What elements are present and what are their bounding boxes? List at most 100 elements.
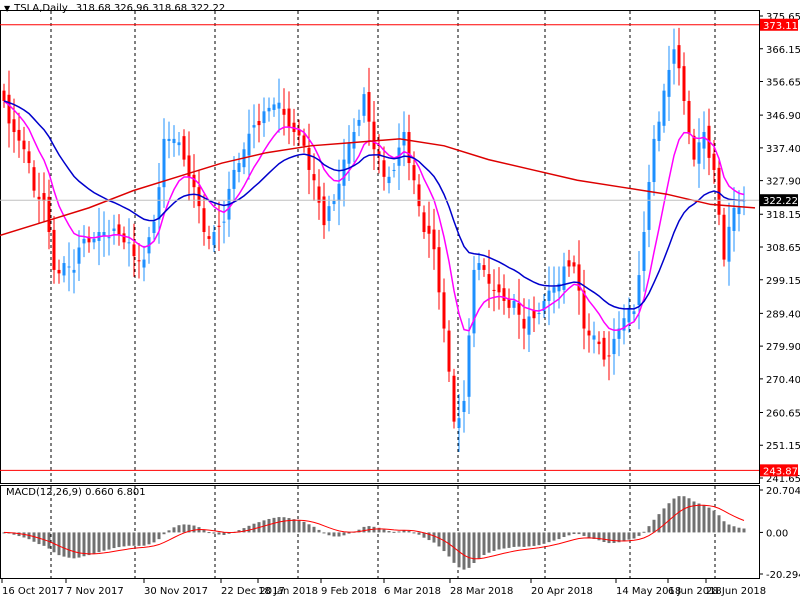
bear-candle [422,212,426,233]
macd-histogram-bar [697,503,701,533]
macd-histogram-bar [512,532,516,547]
macd-tick-label: 0.00 [766,528,788,539]
bear-candle [12,119,16,133]
macd-histogram-bar [687,498,691,533]
macd-histogram-bar [547,532,551,543]
macd-histogram-bar [637,532,641,536]
macd-histogram-bar [272,517,276,533]
price-chart[interactable]: 375.65366.15356.65346.90337.40327.90318.… [0,0,800,600]
bull-candle [327,206,331,221]
bear-candle [582,290,586,329]
bull-candle [552,287,556,293]
macd-histogram-bar [297,520,301,533]
bear-candle [372,121,376,150]
bull-candle [332,200,336,205]
bull-candle [362,94,366,116]
bull-candle [267,107,271,112]
macd-histogram-bar [477,532,481,559]
bear-candle [532,310,536,319]
bear-candle [437,247,441,293]
macd-histogram-bar [152,532,156,543]
bull-candle [727,226,731,262]
bear-candle [677,45,681,69]
macd-histogram-bar [707,507,711,533]
chart-header: ▼ TSLA,Daily 318.68 326.96 318.68 322.22 [4,3,225,14]
macd-histogram-bar [147,532,151,545]
macd-histogram-bar [727,524,731,533]
macd-histogram-bar [52,532,56,553]
macd-histogram-bar [527,532,531,547]
x-tick-label: 7 Nov 2017 [66,586,124,597]
bear-candle [117,224,121,236]
bull-candle [457,418,461,428]
bear-candle [717,167,721,215]
macd-histogram-bar [172,527,176,533]
bear-candle [302,135,306,146]
macd-histogram-bar [162,532,166,535]
bull-candle [92,238,96,243]
bear-candle [197,187,201,207]
macd-histogram-bar [312,526,316,533]
macd-histogram-bar [247,525,251,533]
macd-histogram-bar [282,517,286,533]
y-tick-label: 327.90 [766,177,800,188]
bull-candle [347,142,351,164]
bull-candle [357,119,361,126]
bull-candle [527,316,531,335]
bear-candle [432,229,436,250]
bear-candle [307,147,311,170]
bear-candle [567,260,571,267]
macd-histogram-bar [362,526,366,533]
bull-candle [262,111,266,124]
bear-candle [607,355,611,357]
macd-histogram-bar [557,532,561,540]
bull-candle [612,338,616,355]
macd-tick-label: -20.294 [766,570,800,581]
y-tick-label: 270.40 [766,375,800,386]
bull-candle [152,221,156,234]
bear-candle [712,153,716,170]
macd-tick-label: 20.704 [766,486,800,497]
bear-candle [572,262,576,267]
macd-histogram-bar [207,532,211,534]
x-tick-label: 9 Feb 2018 [321,586,377,597]
y-tick-label: 318.15 [766,210,800,221]
bull-candle [627,307,631,323]
bear-candle [192,174,196,188]
macd-histogram-bar [457,532,461,568]
bear-candle [507,298,511,308]
bull-candle [477,263,481,270]
triangle-down-icon[interactable]: ▼ [4,4,10,13]
macd-histogram-bar [612,532,616,543]
bear-candle [217,225,221,227]
bull-candle [472,269,476,334]
macd-histogram-bar [607,532,611,544]
bear-candle [492,289,496,291]
macd-histogram-bar [647,526,651,533]
bear-candle [587,330,591,336]
macd-histogram-bar [177,525,181,533]
macd-histogram-bar [532,532,536,546]
bull-candle [82,238,86,244]
macd-histogram-bar [467,532,471,568]
bear-candle [517,303,521,315]
bull-candle [72,269,76,273]
macd-histogram-bar [127,532,131,546]
bull-candle [392,169,396,171]
macd-histogram-bar [722,521,726,533]
macd-histogram-bar [662,508,666,533]
macd-histogram-bar [182,524,186,533]
chart-window[interactable]: 375.65 366.15 356.65 346.90 337.40 327.90 318.… [0,0,800,600]
bull-candle [662,90,666,126]
macd-histogram-bar [142,532,146,546]
bear-candle [312,174,316,181]
bear-candle [17,129,21,141]
macd-histogram-bar [487,532,491,553]
macd-histogram-bar [682,496,686,533]
current-price-tag-label: 322.22 [763,196,798,207]
macd-histogram-bar [492,532,496,551]
macd-histogram-bar [132,532,136,546]
bear-candle [482,265,486,270]
macd-histogram-bar [307,524,311,533]
bear-candle [202,208,206,233]
